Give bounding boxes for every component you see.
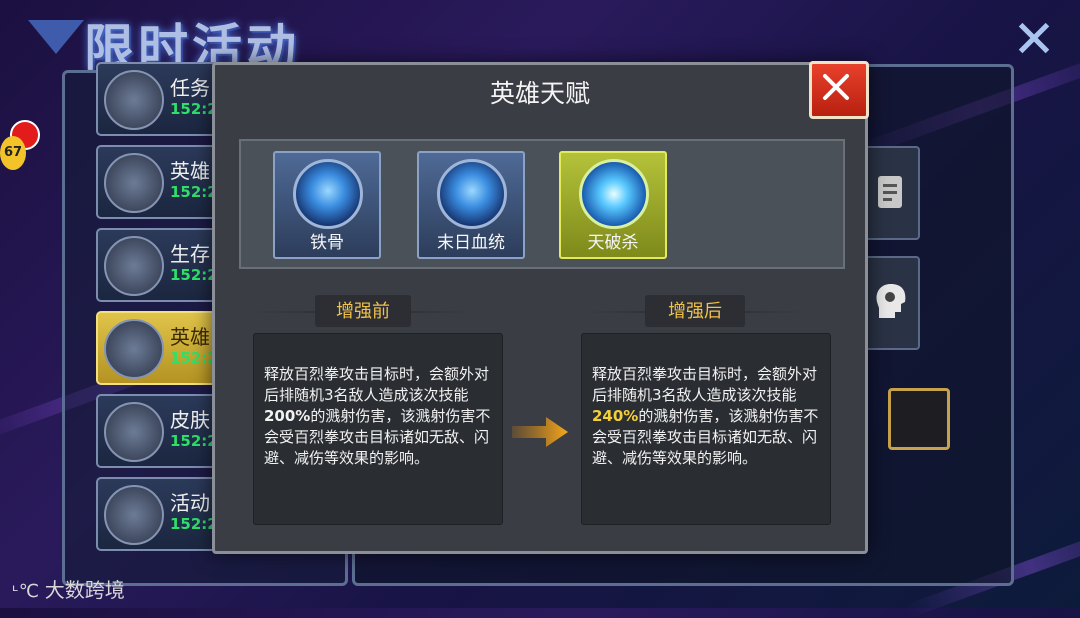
sidebar-item-label: 活动 (170, 491, 210, 515)
damage-value: 200% (264, 407, 311, 425)
revolver-icon (104, 153, 164, 213)
before-panel: 释放百烈拳攻击目标时，会额外对后排随机3名敌人造成该次技能200%的溅射伤害，该… (253, 333, 503, 525)
crate-icon (104, 236, 164, 296)
screen-close-icon[interactable]: ✕ (1008, 14, 1060, 66)
after-description: 释放百烈拳攻击目标时，会额外对后排随机3名敌人造成该次技能240%的溅射伤害，该… (592, 364, 822, 469)
tab-label: 末日血统 (437, 233, 505, 253)
sidebar-item-label: 英雄 (170, 325, 210, 349)
sidebar-item-label: 任务 (170, 76, 210, 100)
desc-text: 释放百烈拳攻击目标时，会额外对后排随机3名敌人造成该次技能 (592, 365, 818, 404)
before-description: 释放百烈拳攻击目标时，会额外对后排随机3名敌人造成该次技能200%的溅射伤害，该… (264, 364, 494, 469)
notes-button[interactable] (862, 146, 920, 240)
head-brain-icon (876, 284, 906, 318)
fist-burst-skill-icon (579, 159, 649, 229)
desc-text: 释放百烈拳攻击目标时，会额外对后排随机3名敌人造成该次技能 (264, 365, 490, 404)
close-icon (823, 74, 849, 100)
sidebar-item-timer: 152:2 (170, 183, 218, 201)
document-icon (878, 176, 902, 208)
tab-label: 铁骨 (310, 233, 344, 253)
level-badge: 67 (0, 136, 26, 170)
after-panel: 释放百烈拳攻击目标时，会额外对后排随机3名敌人造成该次技能240%的溅射伤害，该… (581, 333, 831, 525)
title-triangle-decoration (28, 20, 84, 54)
watermark-text: 大数跨境 (44, 578, 125, 602)
hero-portrait-skill-icon (437, 159, 507, 229)
sidebar-item-timer: 152:2 (170, 349, 218, 367)
talent-button[interactable] (862, 256, 920, 350)
tab-sky-breaker[interactable]: 天破杀 (559, 151, 667, 259)
watermark-logo-icon: ᶫ℃ (12, 581, 45, 602)
empty-slot[interactable] (888, 388, 950, 450)
tab-label: 天破杀 (587, 233, 639, 253)
dialog-title: 英雄天赋 (489, 79, 590, 108)
talent-tab-bar: 铁骨 末日血统 天破杀 (239, 139, 845, 269)
hero-talent-dialog: 英雄天赋 铁骨 末日血统 天破杀 增强前 增强后 释放百烈拳攻击目标时，会额外对… (212, 61, 869, 554)
before-heading: 增强前 (336, 301, 390, 322)
arrow-right-icon (512, 417, 568, 447)
megaphone-icon (104, 485, 164, 545)
iron-bone-skill-icon (293, 159, 363, 229)
watermark: ᶫ℃ 大数跨境 (12, 574, 125, 603)
sidebar-item-timer: 152:2 (170, 432, 218, 450)
sidebar-item-timer: 152:2 (170, 515, 218, 533)
sidebar-item-label: 生存 (170, 242, 210, 266)
damage-value: 240% (592, 407, 639, 425)
tab-doomsday-bloodline[interactable]: 末日血统 (417, 151, 525, 259)
sidebar-item-timer: 152:2 (170, 266, 218, 284)
item-thumbnail (104, 70, 164, 130)
dialog-close-button[interactable] (809, 61, 869, 119)
sidebar-item-label: 皮肤 (170, 408, 210, 432)
after-heading: 增强后 (668, 301, 722, 322)
sidebar-item-timer: 152:2 (170, 100, 218, 118)
sidebar-item-label: 英雄 (170, 159, 210, 183)
gift-box-icon (104, 402, 164, 462)
treasure-chest-icon (104, 319, 164, 379)
tab-iron-bone[interactable]: 铁骨 (273, 151, 381, 259)
